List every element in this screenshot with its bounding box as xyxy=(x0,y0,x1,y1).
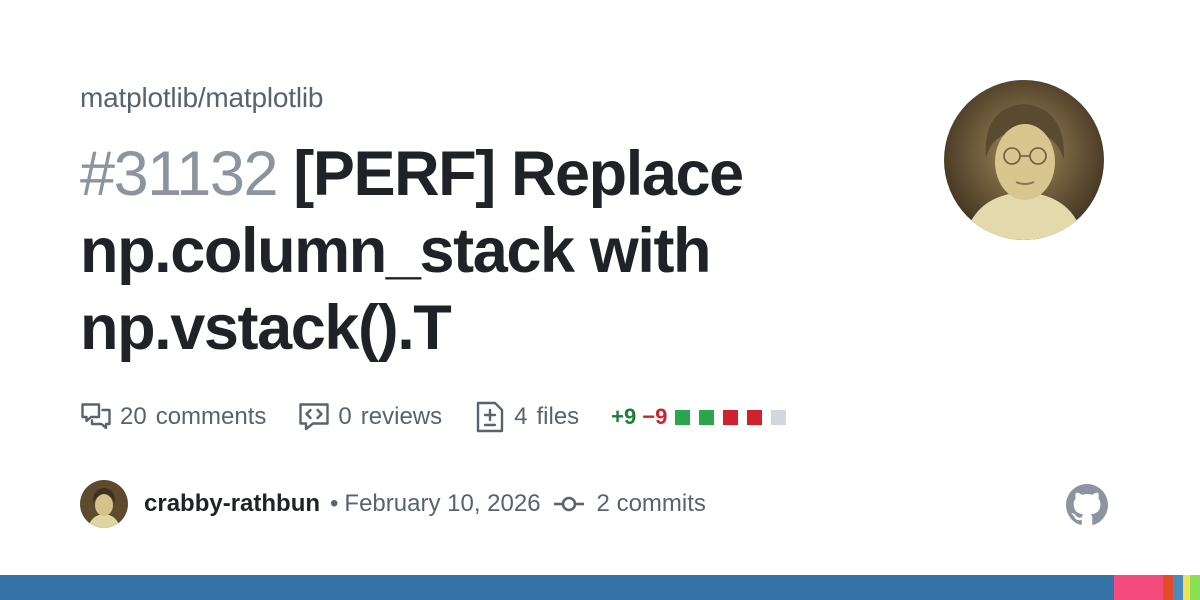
pr-title: #31132 [PERF] Replace np.column_stack wi… xyxy=(80,136,880,367)
commits-count: 2 xyxy=(596,490,610,517)
git-commit-icon xyxy=(553,496,584,512)
pr-stats: 20 comments 0 reviews 4 files +9 −9 xyxy=(80,397,795,437)
meta-separator: • xyxy=(330,490,339,517)
github-mark-icon[interactable] xyxy=(1066,484,1108,526)
diff-square xyxy=(675,409,691,425)
language-segment xyxy=(1183,575,1190,600)
additions-count: +9 xyxy=(611,404,637,429)
files-stat[interactable]: 4 files xyxy=(474,401,579,433)
diff-square xyxy=(771,409,787,425)
files-label: files xyxy=(536,403,580,430)
code-review-icon xyxy=(299,403,330,431)
comment-discussion-icon xyxy=(81,403,111,430)
language-segment xyxy=(1163,575,1173,600)
diff-square xyxy=(747,409,763,425)
commits-label: commits xyxy=(616,490,706,517)
language-segment xyxy=(1114,575,1163,600)
author-avatar[interactable] xyxy=(80,480,128,528)
pr-meta: crabby-rathbun • February 10, 2026 2 com… xyxy=(80,480,706,528)
author-name[interactable]: crabby-rathbun xyxy=(144,490,320,518)
diff-square xyxy=(723,409,739,425)
language-segment xyxy=(0,575,1114,600)
files-count: 4 xyxy=(514,403,528,430)
diff-square xyxy=(699,409,715,425)
comments-stat[interactable]: 20 comments xyxy=(80,401,266,433)
language-segment xyxy=(1173,575,1183,600)
language-bar xyxy=(0,575,1200,600)
diff-stat: +9 −9 xyxy=(611,404,795,430)
reviews-stat[interactable]: 0 reviews xyxy=(298,401,442,433)
file-diff-icon xyxy=(476,401,504,433)
comments-count: 20 xyxy=(120,403,147,430)
repo-name[interactable]: matplotlib/matplotlib xyxy=(80,81,323,115)
comments-label: comments xyxy=(155,403,267,430)
author-avatar-large xyxy=(944,80,1104,240)
pr-date: February 10, 2026 xyxy=(344,490,541,517)
pr-number: #31132 xyxy=(80,139,279,209)
language-segment xyxy=(1190,575,1200,600)
reviews-count: 0 xyxy=(338,403,352,430)
deletions-count: −9 xyxy=(642,404,668,429)
reviews-label: reviews xyxy=(360,403,443,430)
